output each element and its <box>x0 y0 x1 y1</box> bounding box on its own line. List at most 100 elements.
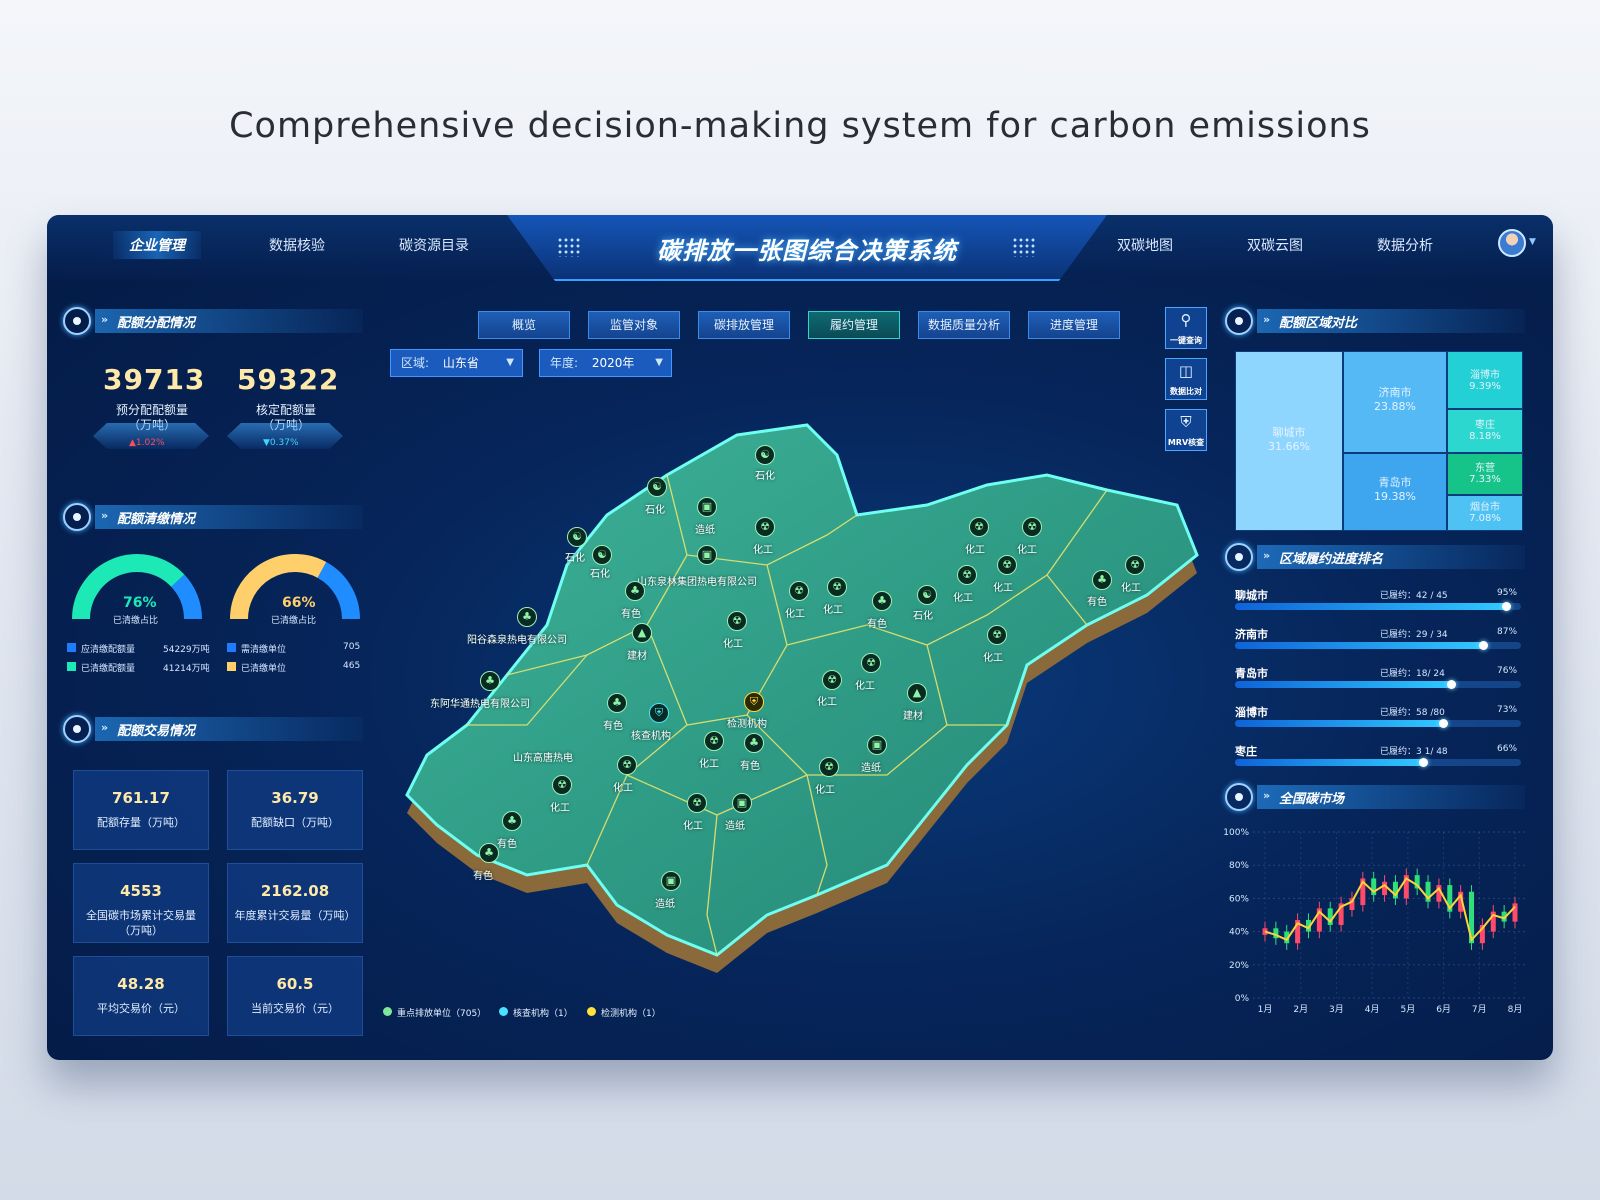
chevron-down-icon[interactable]: ▼ <box>1529 237 1536 247</box>
legend-required-quota: 应清缴配额量 <box>81 645 136 655</box>
rank-progress-bar <box>1235 680 1521 689</box>
treemap-cell-zaozhuang[interactable]: 枣庄 8.18% <box>1447 409 1523 453</box>
gauge-1-label: 已清缴占比 <box>113 616 159 626</box>
ring-icon <box>1225 307 1253 335</box>
double-chevron-icon: » <box>101 509 109 522</box>
emitter-marker-chemical[interactable]: ☢ <box>861 653 881 673</box>
tile-value: 48.28 <box>117 975 165 993</box>
rank-pct: 87% <box>1497 627 1518 637</box>
emitter-marker-chemical[interactable]: ☢ <box>617 755 637 775</box>
gauge-rest <box>317 562 360 620</box>
tab-progress-management[interactable]: 进度管理 <box>1028 311 1120 339</box>
marker-label: 化工 <box>723 639 743 650</box>
emitter-marker-chemical[interactable]: ☢ <box>552 775 572 795</box>
marker-label: 石化 <box>645 505 665 516</box>
year-select[interactable]: 年度: 2020年 ▼ <box>539 349 672 377</box>
emitter-marker-paper[interactable]: ▣ <box>732 793 752 813</box>
nav-dual-carbon-cloud[interactable]: 双碳云图 <box>1247 235 1303 255</box>
emitter-marker-building[interactable]: ▲ <box>632 623 652 643</box>
emitter-marker-chemical[interactable]: ☢ <box>969 517 989 537</box>
tab-overview[interactable]: 概览 <box>478 311 570 339</box>
avatar[interactable] <box>1498 229 1526 257</box>
tab-data-quality-analysis[interactable]: 数据质量分析 <box>918 311 1010 339</box>
treemap-cell-zibo[interactable]: 淄博市 9.39% <box>1447 351 1523 409</box>
nav-carbon-resource-catalog[interactable]: 碳资源目录 <box>399 235 469 255</box>
treemap-name: 东营 <box>1475 463 1495 474</box>
treemap-cell-dongying[interactable]: 东营 7.33% <box>1447 453 1523 495</box>
emitter-marker-chemical[interactable]: ☢ <box>789 581 809 601</box>
emitter-marker-nonferrous[interactable]: ♣ <box>517 607 537 627</box>
emitter-marker-petrochem[interactable]: ☯ <box>567 527 587 547</box>
emitter-marker-nonferrous[interactable]: ♣ <box>744 733 764 753</box>
rank-done: 已履约：42 / 45 <box>1380 591 1448 601</box>
emitter-marker-chemical[interactable]: ☢ <box>819 757 839 777</box>
emitter-marker-chemical[interactable]: ☢ <box>755 517 775 537</box>
treemap-cell-qingdao[interactable]: 青岛市 19.38% <box>1343 453 1447 531</box>
emitter-marker-chemical[interactable]: ☢ <box>987 625 1007 645</box>
nav-dual-carbon-map[interactable]: 双碳地图 <box>1117 235 1173 255</box>
emitter-marker-chemical[interactable]: ☢ <box>1125 555 1145 575</box>
testing-agency-marker[interactable]: ⛨ <box>744 692 764 712</box>
clearance-gauges <box>72 554 360 620</box>
tool-label: 一键查询 <box>1170 336 1202 345</box>
double-chevron-icon: » <box>101 721 109 734</box>
emitter-marker-nonferrous[interactable]: ♣ <box>502 811 522 831</box>
tab-carbon-emission-management[interactable]: 碳排放管理 <box>698 311 790 339</box>
treemap-cell-jinan[interactable]: 济南市 23.88% <box>1343 351 1447 453</box>
section-title: 配额分配情况 <box>117 316 196 331</box>
emitter-marker-paper[interactable]: ▣ <box>697 545 717 565</box>
legend-verification: 核查机构（1） <box>513 1009 573 1019</box>
tab-regulated-objects[interactable]: 监管对象 <box>588 311 680 339</box>
nav-data-verification[interactable]: 数据核验 <box>269 235 325 255</box>
nav-enterprise-management[interactable]: 企业管理 <box>113 231 201 259</box>
emitter-marker-petrochem[interactable]: ☯ <box>592 545 612 565</box>
marker-label: 化工 <box>699 759 719 770</box>
verification-agency-marker[interactable]: ⛨ <box>649 703 669 723</box>
emitter-marker-chemical[interactable]: ☢ <box>957 565 977 585</box>
treemap-cell-liaocheng[interactable]: 聊城市 31.66% <box>1235 351 1343 531</box>
section-title: 配额清缴情况 <box>117 512 196 527</box>
emitter-marker-nonferrous[interactable]: ♣ <box>872 591 892 611</box>
tile-value: 4553 <box>120 882 162 900</box>
ring-icon <box>1225 783 1253 811</box>
treemap-cell-yantai[interactable]: 烟台市 7.08% <box>1447 495 1523 531</box>
emitter-marker-paper[interactable]: ▣ <box>661 871 681 891</box>
emitter-marker-nonferrous[interactable]: ♣ <box>607 693 627 713</box>
emitter-marker-chemical[interactable]: ☢ <box>687 793 707 813</box>
rank-progress-fill <box>1235 603 1507 610</box>
emitter-marker-paper[interactable]: ▣ <box>867 735 887 755</box>
emitter-marker-chemical[interactable]: ☢ <box>727 611 747 631</box>
emitter-marker-chemical[interactable]: ☢ <box>704 731 724 751</box>
year-select-value: 2020年 <box>591 356 635 370</box>
tile-label: 平均交易价（元） <box>97 1002 185 1015</box>
emitter-marker-petrochem[interactable]: ☯ <box>917 585 937 605</box>
rank-pct: 95% <box>1497 588 1518 598</box>
ring-icon <box>63 715 91 743</box>
tab-compliance-management[interactable]: 履约管理 <box>808 311 900 339</box>
trade-tile: 2162.08 年度累计交易量（万吨） <box>227 863 363 943</box>
emitter-marker-nonferrous[interactable]: ♣ <box>625 581 645 601</box>
region-select-value: 山东省 <box>442 356 479 370</box>
emitter-marker-petrochem[interactable]: ☯ <box>647 477 667 497</box>
emitter-marker-nonferrous[interactable]: ♣ <box>480 671 500 691</box>
marker-label: 建材 <box>903 711 923 722</box>
treemap-pct: 23.88% <box>1374 400 1416 413</box>
marker-label: 化工 <box>785 609 805 620</box>
emitter-marker-paper[interactable]: ▣ <box>697 497 717 517</box>
marker-label: 化工 <box>965 545 985 556</box>
rank-progress-fill <box>1235 720 1444 727</box>
emitter-marker-petrochem[interactable]: ☯ <box>755 445 775 465</box>
emitter-marker-chemical[interactable]: ☢ <box>827 577 847 597</box>
nav-data-analysis[interactable]: 数据分析 <box>1377 235 1433 255</box>
one-click-query-button[interactable]: ⚲ 一键查询 <box>1165 307 1207 349</box>
emitter-marker-chemical[interactable]: ☢ <box>1022 517 1042 537</box>
emitter-marker-chemical[interactable]: ☢ <box>997 555 1017 575</box>
data-compare-button[interactable]: ◫ 数据比对 <box>1165 358 1207 400</box>
emitter-marker-nonferrous[interactable]: ♣ <box>1092 570 1112 590</box>
region-select[interactable]: 区域: 山东省 ▼ <box>390 349 523 377</box>
emitter-marker-building[interactable]: ▲ <box>907 683 927 703</box>
emitter-marker-nonferrous[interactable]: ♣ <box>479 843 499 863</box>
rank-progress-fill <box>1235 642 1484 649</box>
emitter-marker-chemical[interactable]: ☢ <box>822 670 842 690</box>
legend-cleared-quota-value: 41214万吨 <box>163 664 210 674</box>
